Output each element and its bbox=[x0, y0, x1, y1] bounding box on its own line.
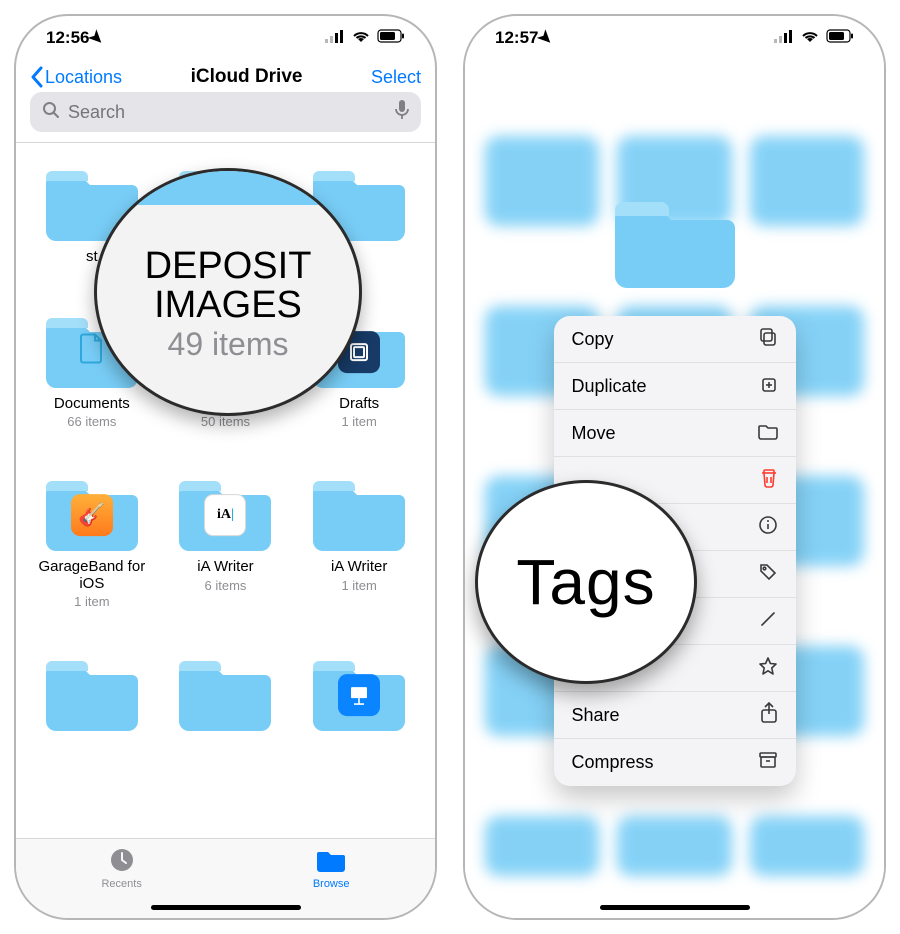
garageband-app-icon: 🎸 bbox=[71, 494, 113, 536]
share-icon bbox=[760, 702, 778, 729]
home-indicator[interactable] bbox=[151, 905, 301, 910]
callout-subtitle: 49 items bbox=[168, 326, 289, 363]
folder-iawriter-b[interactable]: iA Writer 1 item bbox=[297, 475, 421, 609]
folder-label: st bbox=[86, 249, 98, 266]
status-bar: 12:56➤ bbox=[16, 16, 435, 60]
menu-label: Copy bbox=[572, 329, 614, 350]
menu-move[interactable]: Move bbox=[554, 410, 796, 457]
callout-label: Tags bbox=[516, 545, 655, 619]
status-bar: 12:57➤ bbox=[465, 16, 884, 60]
tab-bar: Recents Browse bbox=[16, 838, 435, 918]
cellular-icon bbox=[774, 28, 794, 48]
duplicate-icon bbox=[758, 374, 778, 399]
folder-count: 1 item bbox=[341, 414, 376, 429]
folder-count: 1 item bbox=[74, 594, 109, 609]
folder-tab-icon bbox=[316, 847, 346, 876]
folder-label: iA Writer bbox=[331, 559, 387, 576]
folder-label: iA Writer bbox=[197, 559, 253, 576]
tag-icon bbox=[758, 562, 778, 587]
menu-label: Move bbox=[572, 423, 616, 444]
home-indicator[interactable] bbox=[600, 905, 750, 910]
folder-label: Drafts bbox=[339, 396, 379, 413]
status-time: 12:57➤ bbox=[495, 28, 553, 48]
copy-icon bbox=[758, 327, 778, 352]
status-time: 12:56➤ bbox=[46, 28, 104, 48]
select-button[interactable]: Select bbox=[371, 67, 421, 88]
keynote-app-icon bbox=[338, 674, 380, 716]
folder-keynote[interactable] bbox=[297, 655, 421, 739]
folder-icon bbox=[46, 655, 138, 731]
tab-label: Browse bbox=[313, 878, 350, 890]
menu-copy[interactable]: Copy bbox=[554, 316, 796, 363]
menu-share[interactable]: Share bbox=[554, 692, 796, 739]
cellular-icon bbox=[325, 28, 345, 48]
folder-icon bbox=[313, 475, 405, 551]
folder-garageband[interactable]: 🎸 GarageBand for iOS 1 item bbox=[30, 475, 154, 609]
folder-item[interactable] bbox=[164, 655, 288, 739]
nav-bar: Locations iCloud Drive Select bbox=[16, 60, 435, 92]
folder-label: Documents bbox=[54, 396, 130, 413]
tab-label: Recents bbox=[101, 878, 141, 890]
info-icon bbox=[758, 515, 778, 540]
folder-tab-icon bbox=[138, 171, 318, 205]
archive-icon bbox=[758, 751, 778, 774]
callout-title: DEPOSITIMAGES bbox=[145, 247, 312, 325]
focused-folder[interactable] bbox=[615, 196, 735, 290]
back-label: Locations bbox=[45, 67, 122, 88]
clock-icon bbox=[109, 847, 135, 876]
menu-label: Compress bbox=[572, 752, 654, 773]
folder-icon bbox=[758, 422, 778, 445]
trash-icon bbox=[760, 468, 778, 493]
folder-count: 1 item bbox=[341, 578, 376, 593]
star-icon bbox=[758, 656, 778, 681]
microphone-icon[interactable] bbox=[395, 100, 409, 125]
folder-icon bbox=[615, 196, 735, 290]
folder-count: 66 items bbox=[67, 414, 116, 429]
folder-count: 6 items bbox=[205, 578, 247, 593]
document-icon bbox=[79, 333, 105, 370]
tab-recents[interactable]: Recents bbox=[101, 847, 141, 890]
folder-count: 50 items bbox=[201, 414, 250, 429]
search-field[interactable] bbox=[30, 92, 421, 132]
phone-context-menu: 12:57➤ Copy Duplicate bbox=[463, 14, 886, 920]
menu-compress[interactable]: Compress bbox=[554, 739, 796, 786]
menu-label: Duplicate bbox=[572, 376, 647, 397]
folder-iawriter-a[interactable]: iA| iA Writer 6 items bbox=[164, 475, 288, 609]
page-title: iCloud Drive bbox=[191, 66, 303, 88]
wifi-icon bbox=[800, 28, 820, 48]
search-input[interactable] bbox=[60, 102, 395, 123]
folder-label: GarageBand for iOS bbox=[30, 559, 154, 592]
battery-icon bbox=[826, 28, 854, 48]
tab-browse[interactable]: Browse bbox=[313, 847, 350, 890]
phone-icloud-drive: 12:56➤ Locations iCloud Drive Select bbox=[14, 14, 437, 920]
iawriter-app-icon: iA| bbox=[204, 494, 246, 536]
back-button[interactable]: Locations bbox=[30, 66, 122, 88]
menu-duplicate[interactable]: Duplicate bbox=[554, 363, 796, 410]
menu-label: Share bbox=[572, 705, 620, 726]
callout-deposit-images: DEPOSITIMAGES 49 items bbox=[94, 168, 362, 416]
folder-icon bbox=[179, 655, 271, 731]
wifi-icon bbox=[351, 28, 371, 48]
search-icon bbox=[42, 101, 60, 124]
callout-tags: Tags bbox=[475, 480, 697, 684]
folder-item[interactable] bbox=[30, 655, 154, 739]
battery-icon bbox=[377, 28, 405, 48]
pencil-icon bbox=[758, 609, 778, 634]
